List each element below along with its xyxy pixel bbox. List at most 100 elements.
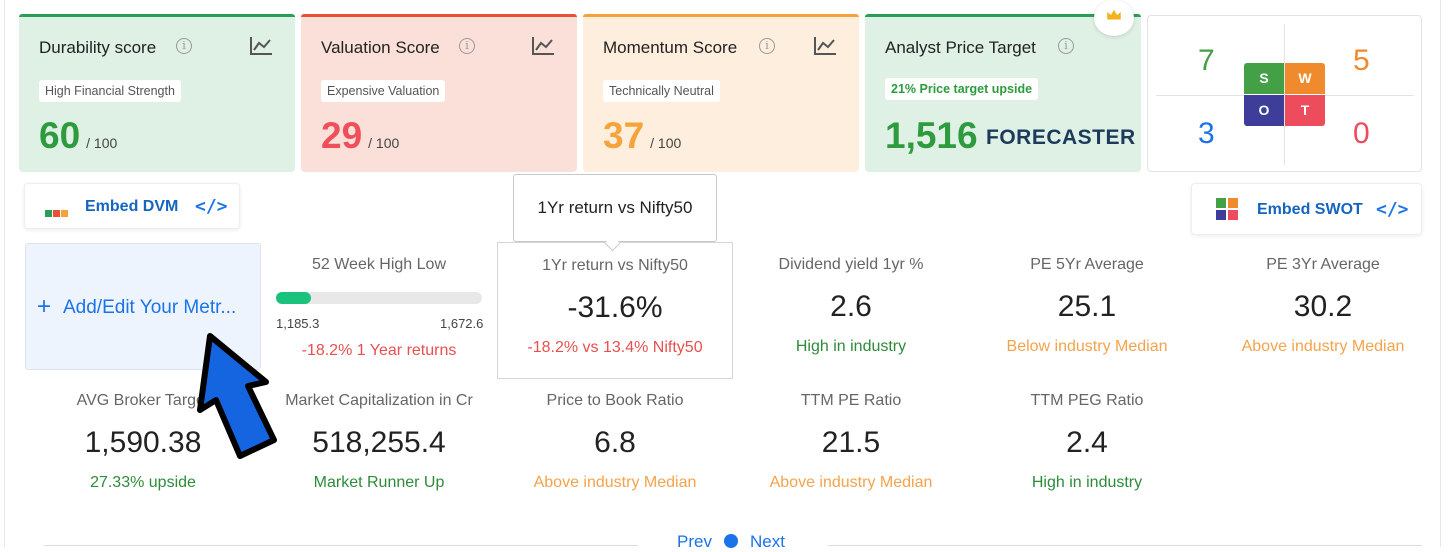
durability-score-card[interactable]: Durability score i High Financial Streng… (19, 14, 295, 172)
metric-label: TTM PEG Ratio (1030, 392, 1144, 409)
card-title: Analyst Price Target (885, 38, 1036, 57)
week52-metric: 52 Week High Low (261, 256, 497, 274)
metric-value: 2.6 (830, 290, 872, 323)
ttm-peg-metric: TTM PEG Ratio 2.4 High in industry (969, 392, 1205, 492)
pager-next[interactable]: Next (750, 532, 785, 552)
embed-swot-button[interactable]: Embed SWOT </> (1191, 183, 1422, 235)
card-accent-line (583, 14, 859, 17)
premium-crown-icon (1094, 0, 1134, 36)
metric-sub: High in industry (795, 338, 907, 355)
metric-sub: Above industry Median (533, 474, 697, 491)
metric-label: PE 3Yr Average (1266, 256, 1380, 273)
durability-score: 60 / 100 (39, 115, 117, 157)
score-value: 37 (603, 115, 645, 156)
metric-label: 52 Week High Low (312, 256, 446, 273)
pe-3yr-metric: PE 3Yr Average 30.2 Above industry Media… (1205, 256, 1441, 356)
valuation-score: 29 / 100 (321, 115, 399, 157)
dvm-colors-icon (45, 204, 68, 222)
code-icon: </> (1376, 199, 1409, 220)
week52-high: 1,672.6 (440, 316, 484, 331)
info-icon[interactable]: i (759, 38, 775, 54)
valuation-score-card[interactable]: Valuation Score i Expensive Valuation 29… (301, 14, 577, 172)
info-icon[interactable]: i (176, 38, 192, 54)
annotation-arrow-icon (197, 333, 277, 459)
swot-widget[interactable]: 7 5 3 0 S W O T (1147, 15, 1422, 172)
upside-badge: 21% Price target upside (885, 78, 1039, 100)
embed-dvm-button[interactable]: Embed DVM </> (24, 183, 240, 229)
chart-icon[interactable] (813, 36, 837, 56)
metric-label: Market Capitalization in Cr (285, 392, 473, 409)
swot-s-tile[interactable]: S (1244, 63, 1284, 94)
metric-sub: Above industry Median (1241, 338, 1405, 355)
price-to-book-metric: Price to Book Ratio 6.8 Above industry M… (497, 392, 733, 492)
score-value: 60 (39, 115, 81, 156)
metric-value: 21.5 (821, 426, 881, 459)
metric-label: PE 5Yr Average (1030, 256, 1144, 273)
pager-prev[interactable]: Prev (677, 532, 712, 552)
card-title: Durability score (39, 38, 157, 57)
metric-sub: Above industry Median (769, 474, 933, 491)
card-accent-line (301, 14, 577, 17)
dividend-yield-metric: Dividend yield 1yr % 2.6 High in industr… (733, 256, 969, 356)
momentum-badge: Technically Neutral (603, 80, 720, 102)
year-returns: -18.2% 1 Year returns (301, 342, 457, 359)
score-outof: / 100 (368, 135, 400, 151)
metric-label: 1Yr return vs Nifty50 (542, 257, 688, 274)
metric-value: 6.8 (594, 426, 636, 459)
embed-swot-label: Embed SWOT (1257, 201, 1363, 218)
week52-range-bar (276, 292, 482, 304)
metric-sub: Below industry Median (1006, 338, 1168, 355)
metric-value: 25.1 (1057, 290, 1117, 323)
pager-dot[interactable] (724, 534, 738, 548)
swot-t-tile[interactable]: T (1285, 95, 1325, 126)
ttm-pe-metric: TTM PE Ratio 21.5 Above industry Median (733, 392, 969, 492)
chart-icon[interactable] (249, 36, 273, 56)
opportunities-count[interactable]: 3 (1198, 117, 1215, 151)
swot-o-tile[interactable]: O (1244, 95, 1284, 126)
metric-value: 518,255.4 (312, 426, 446, 459)
chart-icon[interactable] (531, 36, 555, 56)
strength-badge: High Financial Strength (39, 80, 181, 102)
metric-value: 2.4 (1066, 426, 1108, 459)
forecaster-logo: FORECASTER (986, 126, 1136, 149)
pager-line-left (44, 545, 638, 546)
metric-sub: 27.33% upside (90, 474, 196, 491)
metric-sub: -18.2% vs 13.4% Nifty50 (527, 339, 703, 356)
weaknesses-count[interactable]: 5 (1353, 44, 1370, 78)
info-icon[interactable]: i (1058, 38, 1074, 54)
market-cap-metric: Market Capitalization in Cr 518,255.4 Ma… (261, 392, 497, 492)
metric-tooltip: 1Yr return vs Nifty50 (513, 174, 717, 242)
score-value: 29 (321, 115, 363, 156)
strengths-count[interactable]: 7 (1198, 44, 1215, 78)
card-title: Valuation Score (321, 38, 440, 57)
swot-w-tile[interactable]: W (1285, 63, 1325, 94)
one-year-return-metric: 1Yr return vs Nifty50 -31.6% -18.2% vs 1… (497, 257, 733, 357)
swot-mini-icon (1216, 198, 1238, 220)
code-icon: </> (195, 196, 228, 217)
card-title: Momentum Score (603, 38, 738, 57)
page-left-border (4, 0, 5, 547)
score-outof: / 100 (650, 135, 682, 151)
pe-5yr-metric: PE 5Yr Average 25.1 Below industry Media… (969, 256, 1205, 356)
info-icon[interactable]: i (459, 38, 475, 54)
add-edit-metric-label: Add/Edit Your Metr... (63, 297, 237, 318)
momentum-score: 37 / 100 (603, 115, 681, 157)
metric-label: TTM PE Ratio (800, 392, 902, 409)
momentum-score-card[interactable]: Momentum Score i Technically Neutral 37 /… (583, 14, 859, 172)
week52-low: 1,185.3 (276, 316, 320, 331)
metric-label: Price to Book Ratio (546, 392, 684, 409)
score-outof: / 100 (86, 135, 118, 151)
analyst-price-target-card[interactable]: Analyst Price Target i 21% Price target … (865, 14, 1141, 172)
card-accent-line (19, 14, 295, 17)
embed-dvm-label: Embed DVM (85, 198, 179, 215)
metric-sub: High in industry (1031, 474, 1143, 491)
valuation-badge: Expensive Valuation (321, 80, 446, 102)
pager-line-right (828, 545, 1422, 546)
plus-icon: + (37, 293, 52, 320)
metric-value: -31.6% (567, 291, 663, 324)
metric-label: Dividend yield 1yr % (778, 256, 924, 273)
threats-count[interactable]: 0 (1353, 117, 1370, 151)
range-fill (276, 292, 311, 304)
metric-value: 30.2 (1293, 290, 1353, 323)
price-target-value: 1,516 (885, 115, 978, 156)
